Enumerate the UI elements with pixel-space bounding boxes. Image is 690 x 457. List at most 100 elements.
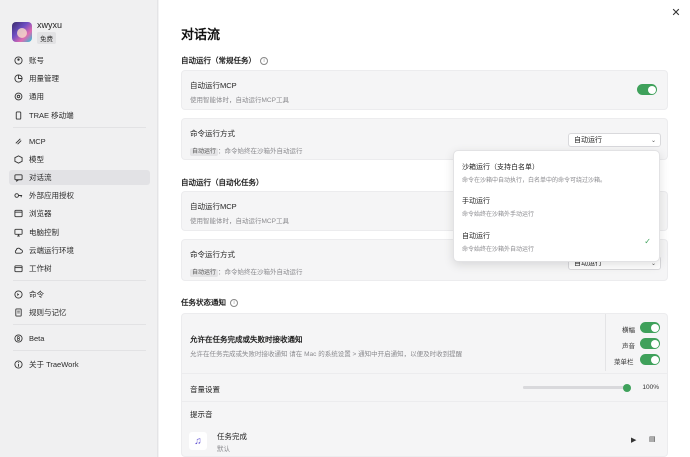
play-icon[interactable]: ▶ <box>631 436 636 444</box>
sidebar-item-label: 对话流 <box>29 172 52 182</box>
avatar <box>12 22 32 42</box>
menubar-label: 菜单栏 <box>614 359 634 366</box>
mcp-title: 自动运行MCP <box>190 202 237 211</box>
sidebar-item-label: 电脑控制 <box>29 227 59 237</box>
sidebar-item-user[interactable]: 账号 <box>9 53 150 68</box>
sidebar-item-label: 外部应用授权 <box>29 191 74 201</box>
sidebar-item-monitor[interactable]: 电脑控制 <box>9 225 150 240</box>
browser-icon <box>14 209 23 218</box>
tree-icon <box>14 264 23 273</box>
cmd-mode-select-normal[interactable]: 自动运行 ⌄ <box>568 133 661 147</box>
tone-item-title: 任务完成 <box>217 432 247 441</box>
sidebar-nav: 账号用量管理通用 TRAE 移动端 MCP 模型对话流外部应用授权 浏览器电脑控制云端运… <box>9 53 150 375</box>
sidebar-item-label: MCP <box>29 136 46 146</box>
section-title-notify: 任务状态通知 i <box>181 297 238 308</box>
book-icon <box>14 308 23 317</box>
cmd-title: 命令运行方式 <box>190 129 235 138</box>
sidebar-item-cube[interactable]: 模型 <box>9 152 150 167</box>
volume-label: 音量设置 <box>190 385 220 394</box>
username: xwyxu <box>37 20 63 30</box>
section-title-auto-run-normal: 自动运行（常规任务） i <box>181 55 268 66</box>
notify-title: 允许在任务完成或失败时接收通知 <box>190 335 303 344</box>
terminal-icon <box>14 290 23 299</box>
sidebar-item-chart[interactable]: 用量管理 <box>9 71 150 86</box>
phone-icon <box>14 111 23 120</box>
chat-flow-icon <box>14 173 23 182</box>
cmd-title: 命令运行方式 <box>190 250 235 259</box>
notify-desc: 允许在任务完成或失败时接收通知 请在 Mac 的系统设置 > 通知中开启通知，以… <box>190 351 463 358</box>
volume-slider[interactable] <box>523 383 631 392</box>
cmd-tag: 自动运行 <box>190 269 219 277</box>
sidebar-item-info[interactable]: 关于 TraeWork <box>9 357 150 372</box>
nav-divider <box>13 350 146 352</box>
section-title-auto-run-auto: 自动运行（自动化任务） <box>181 178 264 187</box>
sidebar-item-label: 通用 <box>29 92 44 102</box>
sidebar-item-label: 账号 <box>29 56 44 65</box>
sidebar-item-label: Beta <box>29 334 45 344</box>
sidebar-item-label: TRAE 移动端 <box>29 110 74 120</box>
dropdown-option-auto[interactable]: 自动运行 命令始终在沙箱外自动运行 <box>462 231 534 253</box>
chevron-down-icon: ⌄ <box>650 138 656 144</box>
tone-item-sub: 默认 <box>217 446 230 453</box>
auto-mcp-toggle-normal[interactable] <box>637 84 657 95</box>
sidebar-item-label: 命令 <box>29 289 44 299</box>
nav-divider <box>13 279 146 281</box>
volume-slider-knob[interactable] <box>623 383 631 392</box>
profile[interactable]: xwyxu 免费 <box>12 20 62 44</box>
chart-icon <box>14 74 23 83</box>
dropdown-option-sandbox[interactable]: 沙箱运行（支持白名单） 命令在沙箱中自动执行，白名单中的命令可绕过沙箱。 <box>462 162 606 184</box>
sidebar-item-label: 浏览器 <box>29 209 52 219</box>
sidebar-item-terminal[interactable]: 命令 <box>9 287 150 302</box>
dropdown-option-manual[interactable]: 手动运行 命令始终在沙箱外手动运行 <box>462 196 534 218</box>
mcp-title: 自动运行MCP <box>190 81 237 90</box>
sidebar: xwyxu 免费 账号用量管理通用 TRAE 移动端 MCP 模型对话流外部应用授权浏… <box>0 0 158 457</box>
sidebar-item-key[interactable]: 外部应用授权 <box>9 188 150 203</box>
sidebar-item-label: 模型 <box>29 154 44 164</box>
check-icon: ✓ <box>644 237 651 246</box>
cmd-desc: 自动运行 ：命令始终在沙箱外自动运行 <box>190 148 303 156</box>
cmd-tag: 自动运行 <box>190 148 219 156</box>
beta-icon <box>14 334 23 343</box>
mcp-desc: 使用智能体时，自动运行MCP工具 <box>190 218 289 225</box>
gear-icon <box>14 92 23 101</box>
cloud-icon <box>14 246 23 255</box>
plan-badge: 免费 <box>37 32 56 44</box>
nav-divider <box>13 126 146 128</box>
info-icon[interactable]: i <box>230 298 238 307</box>
tone-label: 提示音 <box>190 410 213 419</box>
sidebar-item-phone[interactable]: TRAE 移动端 <box>9 108 150 123</box>
sidebar-item-label: 规则与记忆 <box>29 308 67 318</box>
banner-label: 横幅 <box>622 327 635 334</box>
monitor-icon <box>14 228 23 237</box>
card-mcp-normal: 自动运行MCP 使用智能体时，自动运行MCP工具 <box>181 70 668 110</box>
banner-toggle[interactable] <box>640 322 660 333</box>
page-title: 对话流 <box>181 27 221 42</box>
sidebar-item-label: 关于 TraeWork <box>29 360 79 370</box>
mcp-icon <box>14 137 23 146</box>
file-icon[interactable]: ▤ <box>649 435 656 443</box>
sound-label: 声音 <box>622 343 635 350</box>
sidebar-item-label: 用量管理 <box>29 74 59 84</box>
user-icon <box>14 56 23 65</box>
sidebar-item-cloud[interactable]: 云端运行环境 <box>9 243 150 258</box>
sidebar-item-chat-flow[interactable]: 对话流 <box>9 169 150 185</box>
key-icon <box>14 191 23 200</box>
menubar-toggle[interactable] <box>640 354 660 365</box>
cmd-mode-dropdown: 沙箱运行（支持白名单） 命令在沙箱中自动执行，白名单中的命令可绕过沙箱。 手动运… <box>453 150 660 262</box>
sidebar-item-gear[interactable]: 通用 <box>9 89 150 104</box>
mcp-desc: 使用智能体时，自动运行MCP工具 <box>190 97 289 104</box>
sidebar-item-mcp[interactable]: MCP <box>9 134 150 149</box>
sidebar-item-label: 云端运行环境 <box>29 245 74 255</box>
close-icon[interactable]: ✕ <box>670 6 682 19</box>
cmd-desc: 自动运行 ：命令始终在沙箱外自动运行 <box>190 269 303 277</box>
cube-icon <box>14 155 23 164</box>
sidebar-item-book[interactable]: 规则与记忆 <box>9 305 150 320</box>
info-icon[interactable]: i <box>260 56 268 65</box>
sidebar-item-browser[interactable]: 浏览器 <box>9 206 150 221</box>
sidebar-item-beta[interactable]: Beta <box>9 331 150 346</box>
sound-toggle[interactable] <box>640 338 660 349</box>
card-notify: 允许在任务完成或失败时接收通知 允许在任务完成或失败时接收通知 请在 Mac 的… <box>181 313 668 457</box>
sidebar-item-tree[interactable]: 工作树 <box>9 261 150 276</box>
sidebar-item-label: 工作树 <box>29 263 52 273</box>
info-icon <box>14 360 23 369</box>
